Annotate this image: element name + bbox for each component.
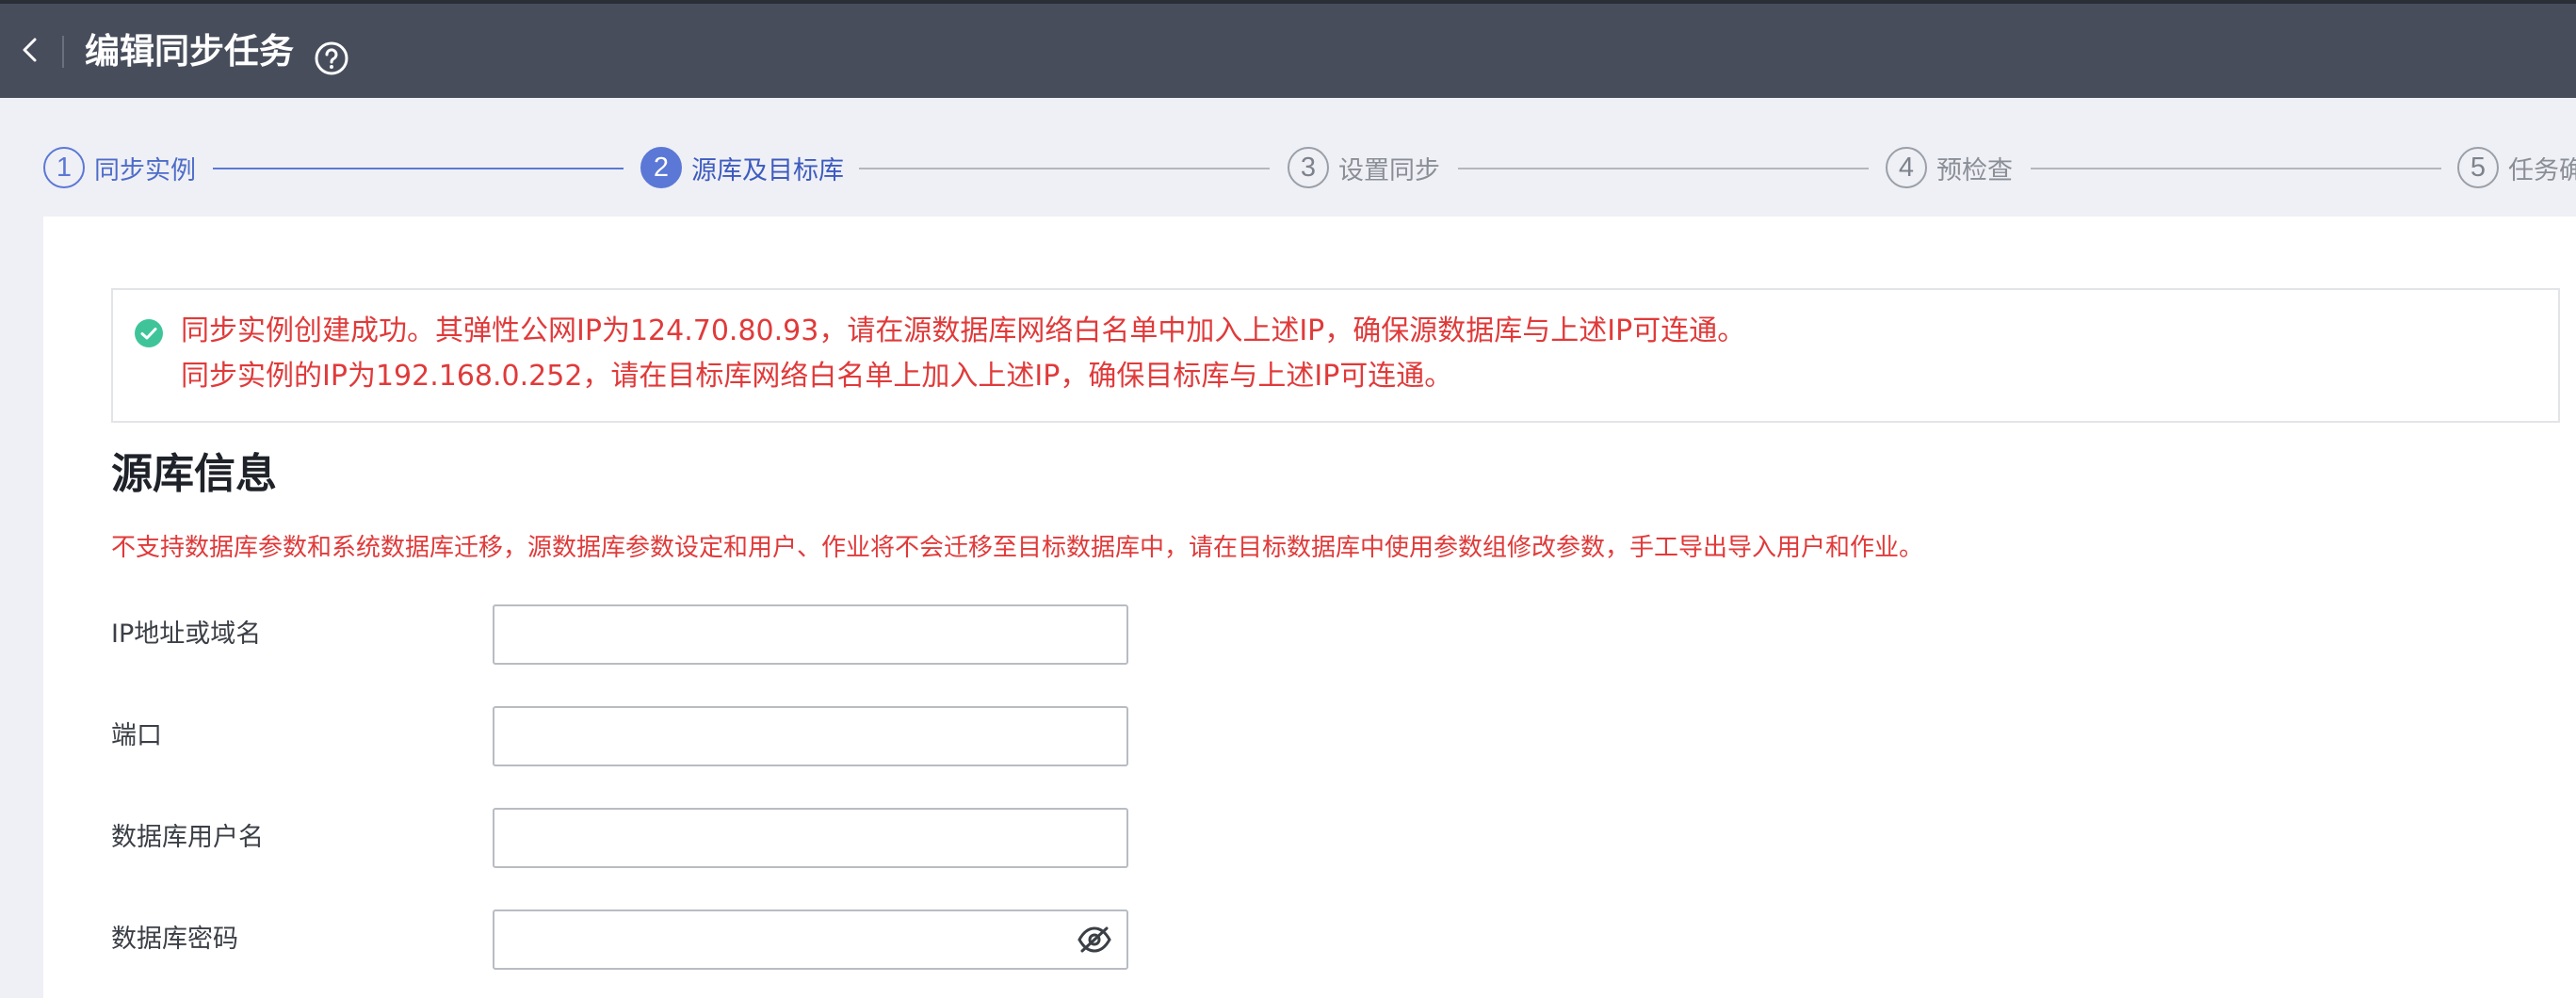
step-1[interactable]: 1 同步实例 [43, 147, 196, 188]
success-notice: 同步实例创建成功。其弹性公网IP为124.70.80.93，请在源数据库网络白名… [111, 288, 2560, 423]
notice-line-1: 同步实例创建成功。其弹性公网IP为124.70.80.93，请在源数据库网络白名… [181, 314, 1746, 347]
step-progress: 1 同步实例 2 源库及目标库 3 设置同步 4 预检查 5 任务确 [0, 98, 2576, 217]
ip-input[interactable] [493, 604, 1128, 665]
page-title: 编辑同步任务 [85, 31, 294, 72]
form-row-password: 数据库密码 [111, 909, 1241, 970]
form-row-ip: IP地址或域名 [111, 604, 1241, 665]
step-1-number: 1 [43, 147, 85, 188]
main-panel: 同步实例创建成功。其弹性公网IP为124.70.80.93，请在源数据库网络白名… [43, 217, 2576, 998]
step-4-label: 预检查 [1936, 155, 2013, 185]
step-connector-2 [859, 168, 1270, 169]
port-input[interactable] [493, 706, 1128, 766]
step-3-number: 3 [1288, 147, 1329, 188]
step-connector-1 [213, 168, 624, 169]
source-warning: 不支持数据库参数和系统数据库迁移，源数据库参数设定和用户、作业将不会迁移至目标数… [111, 534, 1924, 562]
step-4[interactable]: 4 预检查 [1886, 147, 2013, 188]
step-1-label: 同步实例 [94, 155, 196, 185]
question-circle-icon[interactable] [314, 40, 349, 76]
step-3[interactable]: 3 设置同步 [1288, 147, 1440, 188]
ip-label: IP地址或域名 [111, 620, 262, 649]
step-2[interactable]: 2 源库及目标库 [640, 147, 844, 188]
step-connector-4 [2031, 168, 2441, 169]
section-title-source: 源库信息 [111, 450, 277, 498]
header-bar: 编辑同步任务 [0, 0, 2576, 98]
notice-line-2: 同步实例的IP为192.168.0.252，请在目标库网络白名单上加入上述IP，… [181, 360, 1453, 393]
step-2-number: 2 [640, 147, 682, 188]
check-circle-icon [134, 318, 164, 348]
username-input[interactable] [493, 808, 1128, 868]
port-label: 端口 [111, 721, 162, 750]
form-row-username: 数据库用户名 [111, 808, 1241, 868]
form-row-port: 端口 [111, 706, 1241, 766]
eye-off-icon[interactable] [1077, 925, 1112, 955]
step-3-label: 设置同步 [1338, 155, 1440, 185]
password-input[interactable] [493, 909, 1128, 970]
step-4-number: 4 [1886, 147, 1927, 188]
chevron-left-icon[interactable] [17, 36, 45, 64]
step-5[interactable]: 5 任务确 [2457, 147, 2576, 188]
step-2-label: 源库及目标库 [691, 155, 844, 185]
password-label: 数据库密码 [111, 925, 238, 954]
header-divider [62, 36, 64, 68]
username-label: 数据库用户名 [111, 823, 264, 852]
step-5-label: 任务确 [2508, 155, 2576, 185]
step-5-number: 5 [2457, 147, 2499, 188]
step-connector-3 [1458, 168, 1869, 169]
